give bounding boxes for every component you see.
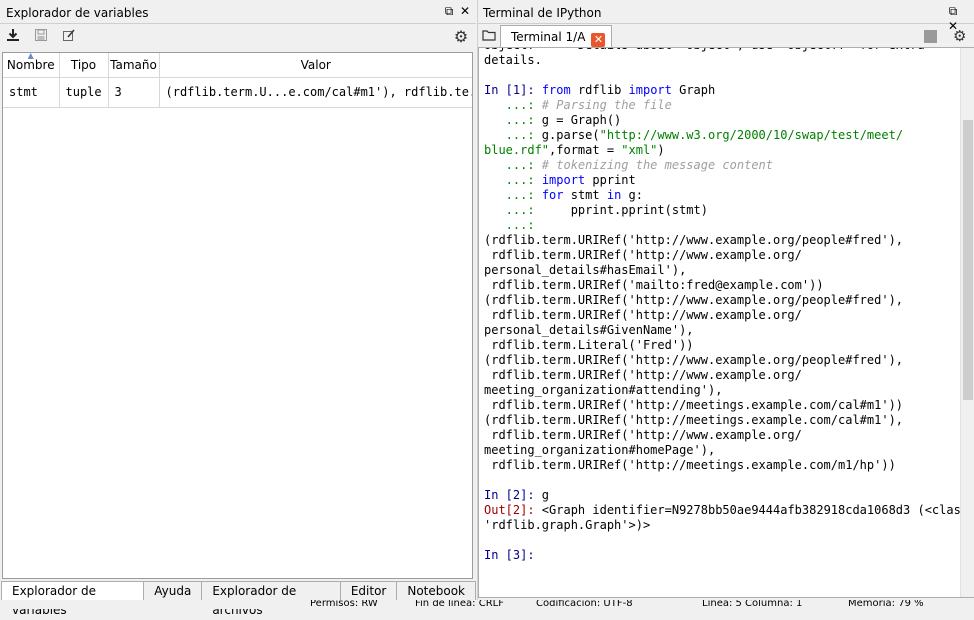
console-line: rdflib.term.URIRef('http://www.example.o… [484,248,802,262]
console-line: object? -> Details about 'object', use '… [484,48,968,53]
cell-type: tuple [59,77,109,108]
variable-explorer-titlebar: Explorador de variables ⧉ ✕ [0,2,476,24]
status-eol: Fin de línea: CRLF [415,600,504,609]
stop-icon[interactable] [924,30,937,43]
console-line: rdflib.term.URIRef('http://www.example.o… [484,428,802,442]
console-line: ...: # Parsing the file [484,98,672,112]
console-line: Out[2]: <Graph identifier=N9278bb50ae944… [484,503,969,517]
tab-variable-explorer[interactable]: Explorador de variables [1,581,145,617]
console-line: 'rdflib.graph.Graph'>)> [484,518,651,532]
variable-explorer-pane: Explorador de variables ⧉ ✕ ⚙ ▲ Nombre Tip… [0,0,476,617]
console-line: meeting_organization#attending'), [484,383,723,397]
undock-icon[interactable]: ⧉ [442,4,456,19]
console-line: rdflib.term.URIRef('http://www.example.o… [484,308,802,322]
console-text: object? -> Details about 'object', use '… [484,48,969,563]
variable-explorer-title: Explorador de variables [6,6,149,20]
console-line: ...: [484,218,535,232]
tab-file-explorer[interactable]: Explorador de archivos [202,581,341,617]
folder-icon[interactable] [482,28,498,44]
console-line: ...: for stmt in g: [484,188,643,202]
undock-icon[interactable]: ⧉ [946,4,960,19]
console-line: rdflib.term.URIRef('mailto:fred@example.… [484,278,824,292]
console-tabbar: Terminal 1/A ✕ ⚙ [478,25,974,47]
console-line: details. [484,53,542,67]
console-line: In [1]: from rdflib import Graph [484,83,716,97]
ipython-console-pane: Terminal de IPython ⧉✕ Terminal 1/A ✕ ⚙ o… [477,0,974,609]
console-line: (rdflib.term.URIRef('http://meetings.exa… [484,413,904,427]
pane-title-buttons: ⧉✕ [944,4,974,33]
console-line: ...: import pprint [484,173,636,187]
console-tab-label: Terminal 1/A [511,30,586,44]
console-line: (rdflib.term.URIRef('http://www.example.… [484,353,904,367]
download-icon[interactable] [4,28,22,46]
console-line: (rdflib.term.URIRef('http://www.example.… [484,293,904,307]
tab-console-1a[interactable]: Terminal 1/A ✕ [500,25,613,47]
console-scrollbar[interactable] [960,48,974,597]
save-icon[interactable] [32,28,50,46]
status-bar: Permisos: RW Fin de línea: CRLF Codifica… [0,600,974,609]
scrollbar-thumb[interactable] [963,120,973,400]
console-line: personal_details#hasEmail'), [484,263,687,277]
status-permissions: Permisos: RW [310,600,378,609]
console-output[interactable]: object? -> Details about 'object', use '… [478,47,974,598]
console-line: rdflib.term.URIRef('http://meetings.exam… [484,458,896,472]
console-line: (rdflib.term.URIRef('http://www.example.… [484,233,904,247]
column-header-value[interactable]: Valor [159,53,472,78]
cell-value: (rdflib.term.U...e.com/cal#m1'), rdflib.… [159,77,472,108]
table-row[interactable]: stmt tuple 3 (rdflib.term.U...e.com/cal#… [3,77,472,108]
ipython-console-titlebar: Terminal de IPython ⧉✕ [478,2,974,33]
status-memory: Memoria: 79 % [848,600,924,609]
console-line: rdflib.term.URIRef('http://www.example.o… [484,368,802,382]
column-header-size[interactable]: Tamaño [108,53,160,78]
tab-help[interactable]: Ayuda [144,581,203,601]
console-line: In [2]: g [484,488,550,502]
column-header-type[interactable]: Tipo [59,53,109,78]
cell-size: 3 [108,77,160,108]
console-line: ...: pprint.pprint(stmt) [484,203,708,217]
status-encoding: Codificación: UTF-8 [536,600,633,609]
console-line: blue.rdf",format = "xml") [484,143,665,157]
tab-notebook[interactable]: Notebook [397,581,476,601]
console-line: In [3]: [484,548,535,562]
close-icon[interactable]: ✕ [458,4,472,18]
tab-editor[interactable]: Editor [340,581,398,601]
console-line: ...: g.parse("http://www.w3.org/2000/10/… [484,128,904,142]
column-header-name[interactable]: ▲ Nombre [3,51,60,78]
console-line: ...: g = Graph() [484,113,622,127]
save-as-icon[interactable] [60,28,78,46]
console-line: rdflib.term.URIRef('http://meetings.exam… [484,398,904,412]
status-position: Línea: 5 Columna: 1 [702,600,803,609]
variable-explorer-toolbar: ⚙ [0,24,476,50]
gear-icon[interactable]: ⚙ [452,28,470,46]
close-tab-icon[interactable]: ✕ [591,33,606,47]
table-header-row: ▲ Nombre Tipo Tamaño Valor [3,51,472,78]
left-bottom-tabs: Explorador de variables Ayuda Explorador… [1,581,476,617]
ipython-console-title: Terminal de IPython [483,6,602,20]
cell-name: stmt [3,77,60,108]
sort-caret-icon: ▲ [27,51,34,60]
console-line: personal_details#GivenName'), [484,323,694,337]
console-line: meeting_organization#homePage'), [484,443,716,457]
variable-table: ▲ Nombre Tipo Tamaño Valor stmt tuple 3 (… [2,51,473,579]
console-line: rdflib.term.Literal('Fred')) [484,338,694,352]
pane-title-buttons: ⧉✕ [440,4,472,20]
gear-icon[interactable]: ⚙ [953,27,966,45]
console-line: ...: # tokenizing the message content [484,158,773,172]
